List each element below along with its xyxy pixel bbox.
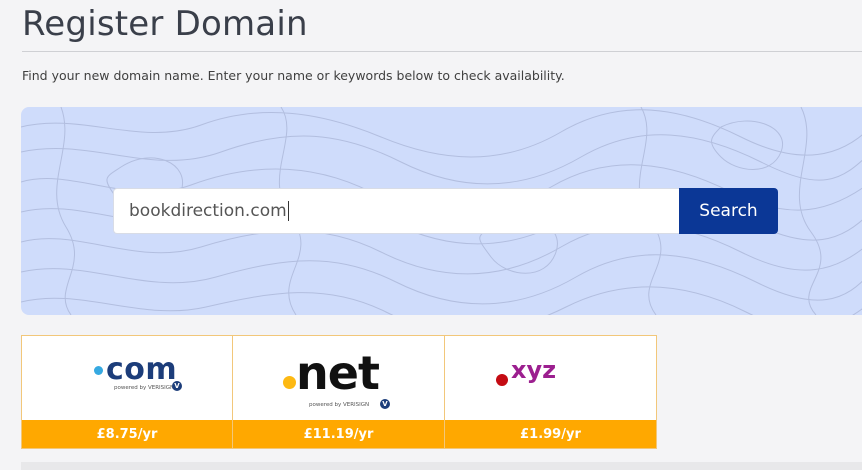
domain-search-input[interactable]: bookdirection.com [113,188,679,234]
page-title: Register Domain [22,4,308,44]
tld-grid: com powered by VERISIGN V £8.75/yr net p… [21,335,657,449]
net-logo-dot [283,376,296,389]
xyz-logo-dot [496,374,508,386]
net-logo-text: net [296,346,380,400]
xyz-logo-text: xyz [511,356,557,384]
com-logo-text: com [106,352,178,387]
net-logo: net powered by VERISIGN V [233,336,444,421]
intro-text: Find your new domain name. Enter your na… [22,68,565,83]
tld-price-com: £8.75/yr [22,420,232,448]
domain-search-value: bookdirection.com [129,201,287,221]
search-button[interactable]: Search [679,188,778,234]
tld-card-xyz[interactable]: xyz £1.99/yr [445,335,657,449]
xyz-logo: xyz [445,336,656,421]
next-section-edge [21,462,862,470]
tld-card-com[interactable]: com powered by VERISIGN V £8.75/yr [21,335,233,449]
verisign-icon: V [380,399,390,409]
verisign-icon: V [172,381,182,391]
title-divider [22,51,862,52]
net-powered-by: powered by VERISIGN [309,402,370,408]
tld-card-net[interactable]: net powered by VERISIGN V £11.19/yr [233,335,445,449]
text-caret [287,201,289,221]
tld-price-net: £11.19/yr [233,420,444,448]
com-powered-by: powered by VERISIGN [114,385,175,391]
com-logo-dot [94,366,103,375]
tld-price-xyz: £1.99/yr [445,420,656,448]
com-logo: com powered by VERISIGN V [22,336,232,421]
